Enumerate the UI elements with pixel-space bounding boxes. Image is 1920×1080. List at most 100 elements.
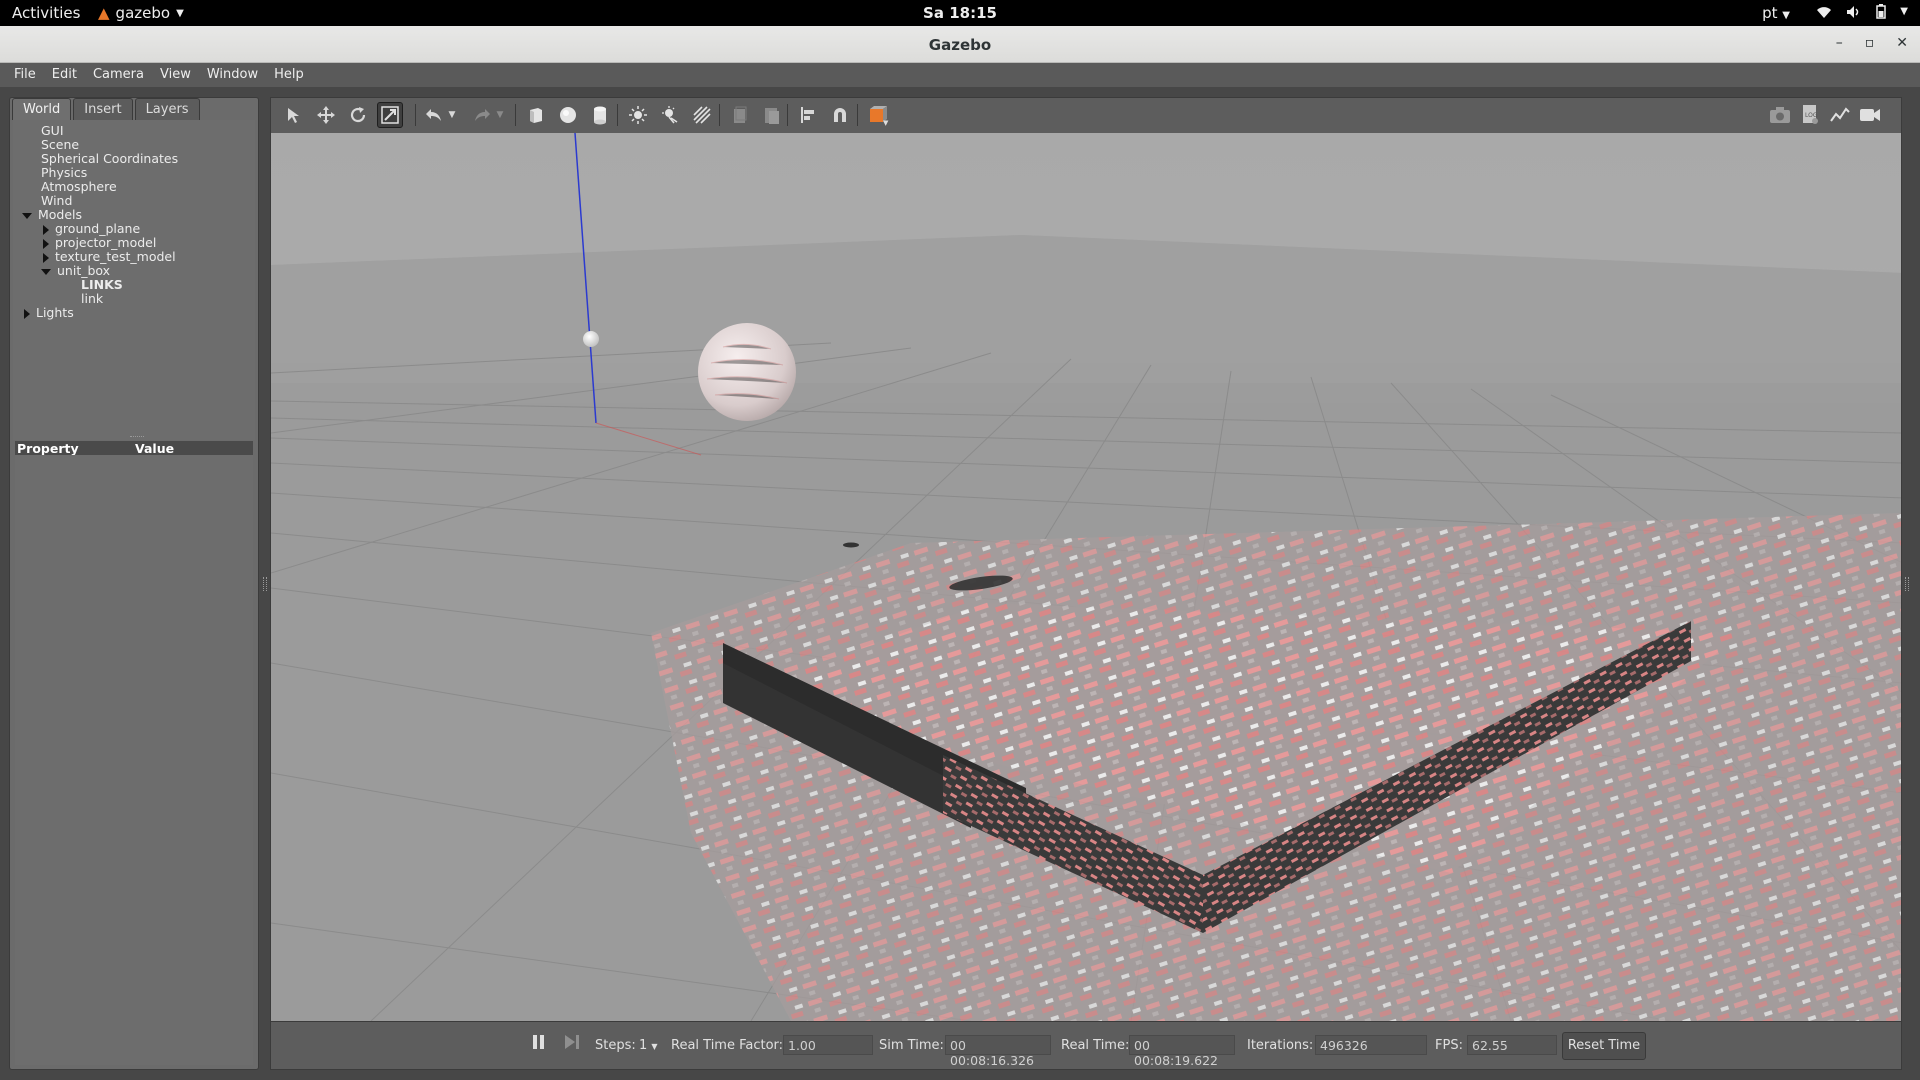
left-splitter-handle[interactable] [263, 577, 267, 591]
spot-light-icon[interactable] [657, 102, 683, 128]
tree-item-ground-plane[interactable]: ground_plane [43, 221, 140, 236]
undo-icon[interactable] [421, 102, 447, 128]
steps-label: Steps: [595, 1038, 636, 1053]
iterations-value: 496326 [1315, 1035, 1427, 1055]
menu-edit[interactable]: Edit [44, 63, 85, 87]
tab-insert[interactable]: Insert [73, 98, 133, 120]
language-indicator[interactable]: pt ▼ [1762, 4, 1790, 22]
tree-label-texture-test-model: texture_test_model [55, 249, 176, 264]
view-angle-icon[interactable]: ▼ [865, 102, 891, 128]
menu-window[interactable]: Window [199, 63, 266, 87]
tree-label-projector-model: projector_model [55, 235, 157, 250]
fps-label: FPS: [1435, 1038, 1463, 1053]
sim-time-label: Sim Time: [879, 1038, 944, 1053]
plot-icon[interactable] [1827, 102, 1853, 128]
close-icon[interactable]: ✕ [1896, 35, 1908, 51]
snap-icon[interactable] [827, 102, 853, 128]
point-light-icon[interactable] [625, 102, 651, 128]
translate-icon[interactable] [313, 102, 339, 128]
tree-item-gui[interactable]: GUI [41, 123, 64, 138]
toolbar-separator [719, 104, 720, 126]
menu-camera[interactable]: Camera [85, 63, 152, 87]
toolbar-separator [857, 104, 858, 126]
svg-text:LOG: LOG [1805, 112, 1818, 119]
system-tray[interactable]: ▼ [1816, 4, 1908, 19]
cylinder-icon[interactable] [587, 102, 613, 128]
minimize-icon[interactable]: – [1836, 35, 1843, 51]
tree-item-lights[interactable]: Lights [24, 305, 74, 320]
collapse-arrow-icon[interactable] [43, 238, 49, 249]
reset-time-button[interactable]: Reset Time [1562, 1032, 1646, 1060]
tree-label-lights: Lights [36, 305, 74, 320]
tree-item-unit-box[interactable]: unit_box [41, 263, 110, 278]
undo-history-chevron-icon[interactable]: ▼ [445, 102, 459, 128]
3d-viewport[interactable] [270, 133, 1902, 1021]
collapse-arrow-icon[interactable] [43, 224, 49, 235]
log-icon[interactable]: LOG [1797, 102, 1823, 128]
menu-help[interactable]: Help [266, 63, 312, 87]
video-record-icon[interactable] [1857, 102, 1883, 128]
redo-history-chevron-icon[interactable]: ▼ [493, 102, 507, 128]
collapse-arrow-icon[interactable] [24, 308, 30, 319]
tree-item-texture-test-model[interactable]: texture_test_model [43, 249, 176, 264]
align-icon[interactable] [795, 102, 821, 128]
expand-arrow-icon[interactable] [22, 212, 32, 219]
copy-icon[interactable] [727, 102, 753, 128]
left-panel: World Insert Layers GUI Scene Spherical … [9, 97, 259, 1070]
tree-item-wind[interactable]: Wind [41, 193, 72, 208]
right-splitter-handle[interactable] [1905, 577, 1909, 591]
expand-arrow-icon[interactable] [41, 268, 51, 275]
menu-file[interactable]: File [6, 63, 44, 87]
collapse-arrow-icon[interactable] [43, 252, 49, 263]
splitter-handle[interactable] [130, 436, 144, 439]
select-arrow-icon[interactable] [281, 102, 307, 128]
tree-item-links-header: LINKS [81, 277, 123, 292]
scale-icon[interactable] [377, 102, 403, 128]
tree-item-physics[interactable]: Physics [41, 165, 87, 180]
simulation-status-bar: Steps: 1 ▼ Real Time Factor: 1.00 Sim Ti… [270, 1021, 1902, 1070]
rotate-icon[interactable] [345, 102, 371, 128]
pause-button[interactable] [531, 1032, 547, 1056]
steps-value: 1 [639, 1038, 648, 1053]
tree-label-unit-box: unit_box [57, 263, 111, 278]
wifi-icon [1817, 6, 1832, 18]
tab-world[interactable]: World [12, 98, 72, 120]
property-column-header: Property [17, 441, 79, 456]
tree-item-projector-model[interactable]: projector_model [43, 235, 156, 250]
left-panel-tabs: World Insert Layers [12, 98, 200, 120]
box-icon[interactable] [523, 102, 549, 128]
clock[interactable]: Sa 18:15 [0, 4, 1920, 22]
small-sphere-shadow [843, 542, 859, 548]
tab-layers[interactable]: Layers [134, 98, 200, 120]
small-sphere [583, 331, 599, 347]
paste-icon[interactable] [759, 102, 785, 128]
chevron-down-icon: ▼ [651, 1042, 658, 1051]
screenshot-icon[interactable] [1767, 102, 1793, 128]
window-titlebar[interactable]: Gazebo – ▫ ✕ [0, 26, 1920, 63]
real-time-value: 00 00:08:19.622 [1129, 1035, 1235, 1068]
tree-item-atmosphere[interactable]: Atmosphere [41, 179, 117, 194]
tree-item-spherical[interactable]: Spherical Coordinates [41, 151, 178, 166]
window-title: Gazebo [928, 36, 992, 54]
steps-spinbox[interactable]: 1 ▼ [639, 1038, 658, 1053]
value-column-header: Value [135, 441, 175, 456]
step-forward-button[interactable] [563, 1032, 581, 1056]
battery-icon [1876, 4, 1887, 19]
redo-icon[interactable] [469, 102, 495, 128]
screen: Activities ▲ gazebo ▼ Sa 18:15 pt ▼ ▼ Ga… [0, 0, 1920, 1080]
fps-value: 62.55 [1467, 1035, 1557, 1055]
tree-item-link[interactable]: link [81, 291, 103, 306]
toolbar-separator [515, 104, 516, 126]
language-label: pt [1762, 4, 1778, 22]
toolbar: ▼ ▼ ▼ LOG [270, 97, 1902, 133]
directional-light-icon[interactable] [689, 102, 715, 128]
maximize-icon[interactable]: ▫ [1865, 35, 1875, 51]
svg-text:▼: ▼ [883, 119, 889, 126]
property-header: Property Value [15, 441, 253, 456]
tree-item-scene[interactable]: Scene [41, 137, 79, 152]
scene-render [271, 133, 1901, 1021]
toolbar-separator [617, 104, 618, 126]
menu-view[interactable]: View [152, 63, 199, 87]
tree-item-models[interactable]: Models [22, 207, 82, 222]
sphere-icon[interactable] [555, 102, 581, 128]
